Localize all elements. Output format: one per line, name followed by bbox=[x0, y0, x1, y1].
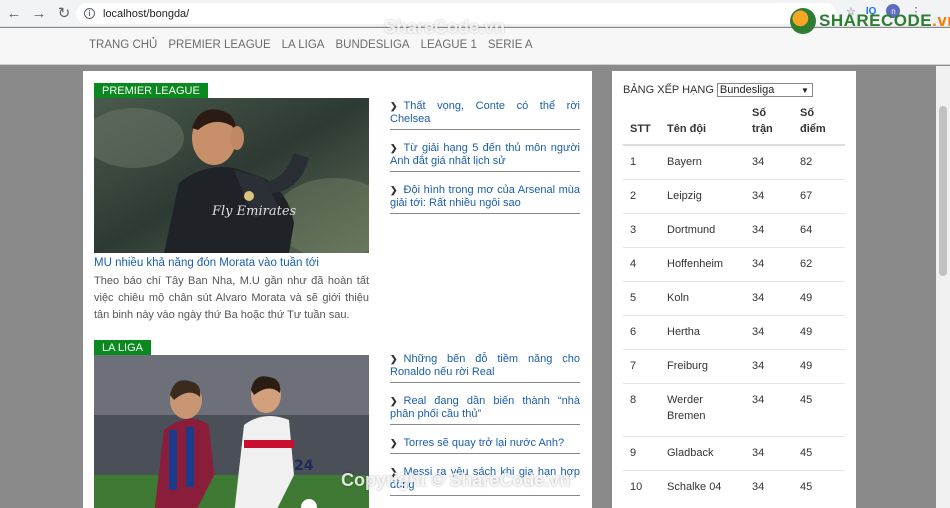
standings-table: STT Tên đội Số trận Số điểm 1 Bayern 34 82 … bbox=[623, 99, 845, 504]
cell-team: Leipzig bbox=[660, 178, 745, 213]
cell-played: 34 bbox=[745, 314, 793, 349]
cell-team: Bayern bbox=[660, 144, 745, 179]
standings-panel: BẢNG XẾP HẠNG Bundesliga ▼ STT Tên đội S… bbox=[612, 71, 856, 508]
table-row: 10 Schalke 04 34 45 bbox=[623, 469, 845, 504]
table-row: 5 Koln 34 49 bbox=[623, 280, 845, 315]
feature-image[interactable]: Fly Emirates bbox=[94, 98, 369, 253]
cell-team: Hertha bbox=[660, 314, 745, 349]
cell-rank: 3 bbox=[623, 212, 660, 247]
table-row: 3 Dortmund 34 64 bbox=[623, 212, 845, 247]
cell-points: 49 bbox=[793, 348, 845, 383]
table-row: 7 Freiburg 34 49 bbox=[623, 348, 845, 383]
table-row: 1 Bayern 34 82 bbox=[623, 144, 845, 179]
logo-mark-icon bbox=[790, 8, 816, 34]
back-icon[interactable]: ← bbox=[3, 2, 25, 24]
nav-item-home[interactable]: TRANG CHỦ bbox=[89, 39, 157, 51]
cell-played: 34 bbox=[745, 246, 793, 281]
svg-text:24: 24 bbox=[294, 458, 314, 474]
cell-team: Schalke 04 bbox=[660, 469, 745, 504]
logo-suffix-text: .vn bbox=[932, 11, 950, 30]
cell-team: Koln bbox=[660, 280, 745, 315]
column-header-rank: STT bbox=[623, 99, 660, 146]
category-label[interactable]: PREMIER LEAGUE bbox=[94, 83, 208, 99]
cell-played: 34 bbox=[745, 178, 793, 213]
forward-icon[interactable]: → bbox=[28, 2, 50, 24]
cell-played: 34 bbox=[745, 144, 793, 179]
cell-rank: 8 bbox=[623, 382, 660, 436]
feature-description: Theo báo chí Tây Ban Nha, M.U gần như đã… bbox=[94, 275, 369, 321]
cell-team: Hoffenheim bbox=[660, 246, 745, 281]
cell-rank: 2 bbox=[623, 178, 660, 213]
cell-rank: 5 bbox=[623, 280, 660, 315]
nav-item-serie-a[interactable]: SERIE A bbox=[488, 39, 533, 51]
news-column: PREMIER LEAGUE Fly Emirates MU nhiều khả… bbox=[83, 71, 592, 508]
scrollbar-thumb[interactable] bbox=[939, 106, 947, 276]
nav-item-la-liga[interactable]: LA LIGA bbox=[282, 39, 325, 51]
logo-main-text: SHARECODE bbox=[819, 11, 933, 30]
page-scrollbar[interactable] bbox=[936, 66, 950, 508]
dropdown-arrow-icon: ▼ bbox=[800, 85, 809, 95]
cell-rank: 9 bbox=[623, 435, 660, 470]
copyright-watermark: Copyright © ShareCode.vn bbox=[341, 470, 571, 490]
cell-points: 49 bbox=[793, 314, 845, 349]
cell-played: 34 bbox=[745, 382, 793, 436]
feature-image-text: Fly Emirates bbox=[211, 204, 297, 219]
url-text: localhost/bongda/ bbox=[103, 7, 190, 20]
standings-title: BẢNG XẾP HẠNG bbox=[623, 84, 714, 96]
nav-item-premier-league[interactable]: PREMIER LEAGUE bbox=[168, 39, 270, 51]
nav-item-league-1[interactable]: LEAGUE 1 bbox=[421, 39, 477, 51]
watermark-text: ShareCode.vn bbox=[384, 17, 506, 37]
cell-team: Dortmund bbox=[660, 212, 745, 247]
related-links: Thất vọng, Conte có thể rời Chelsea Từ g… bbox=[390, 100, 580, 226]
cell-team: Gladback bbox=[660, 435, 745, 470]
cell-played: 34 bbox=[745, 348, 793, 383]
table-row: 4 Hoffenheim 34 62 bbox=[623, 246, 845, 281]
cell-points: 45 bbox=[793, 435, 845, 470]
table-row: 2 Leipzig 34 67 bbox=[623, 178, 845, 213]
feature-title[interactable]: MU nhiều khả năng đón Morata vào tuần tớ… bbox=[94, 257, 374, 269]
cell-rank: 1 bbox=[623, 144, 660, 179]
cell-points: 45 bbox=[793, 382, 845, 436]
cell-rank: 6 bbox=[623, 314, 660, 349]
column-header-played: Số trận bbox=[745, 99, 793, 146]
related-link[interactable]: Torres sẽ quay trở lại nước Anh? bbox=[390, 437, 580, 454]
related-link[interactable]: Thất vọng, Conte có thể rời Chelsea bbox=[390, 100, 580, 130]
table-row: 8 Werder Bremen 34 45 bbox=[623, 382, 845, 436]
cell-points: 64 bbox=[793, 212, 845, 247]
cell-points: 67 bbox=[793, 178, 845, 213]
related-link[interactable]: Đội hình trong mơ của Arsenal mùa giải t… bbox=[390, 184, 580, 214]
related-link[interactable]: Những bến đỗ tiềm năng cho Ronaldo nếu r… bbox=[390, 353, 580, 383]
cell-points: 82 bbox=[793, 144, 845, 179]
cell-points: 45 bbox=[793, 469, 845, 504]
section-premier-league: PREMIER LEAGUE Fly Emirates MU nhiều khả… bbox=[94, 81, 582, 321]
related-link[interactable]: Từ giải hạng 5 đến thủ môn người Anh đắt… bbox=[390, 142, 580, 172]
cell-team: Freiburg bbox=[660, 348, 745, 383]
related-link[interactable]: Real đang dần biến thành “nhà phân phối … bbox=[390, 395, 580, 425]
reload-icon[interactable]: ↻ bbox=[53, 2, 75, 24]
sharecode-logo: SHARECODE.vn bbox=[790, 8, 950, 34]
cell-rank: 10 bbox=[623, 469, 660, 504]
table-row: 9 Gladback 34 45 bbox=[623, 435, 845, 470]
cell-points: 62 bbox=[793, 246, 845, 281]
nav-item-bundesliga[interactable]: BUNDESLIGA bbox=[335, 39, 409, 51]
league-select-value: Bundesliga bbox=[719, 84, 775, 96]
feature-image[interactable]: 24 bbox=[94, 355, 369, 508]
standings-header: BẢNG XẾP HẠNG Bundesliga ▼ bbox=[623, 83, 813, 97]
league-select[interactable]: Bundesliga ▼ bbox=[716, 83, 813, 97]
cell-rank: 7 bbox=[623, 348, 660, 383]
column-header-team: Tên đội bbox=[660, 99, 745, 146]
site-info-icon[interactable]: i bbox=[84, 8, 95, 19]
cell-played: 34 bbox=[745, 435, 793, 470]
cell-points: 49 bbox=[793, 280, 845, 315]
cell-played: 34 bbox=[745, 280, 793, 315]
cell-played: 34 bbox=[745, 469, 793, 504]
column-header-points: Số điểm bbox=[793, 99, 845, 146]
cell-team: Werder Bremen bbox=[660, 382, 745, 436]
table-row: 6 Hertha 34 49 bbox=[623, 314, 845, 349]
category-label[interactable]: LA LIGA bbox=[94, 340, 151, 356]
cell-played: 34 bbox=[745, 212, 793, 247]
cell-rank: 4 bbox=[623, 246, 660, 281]
